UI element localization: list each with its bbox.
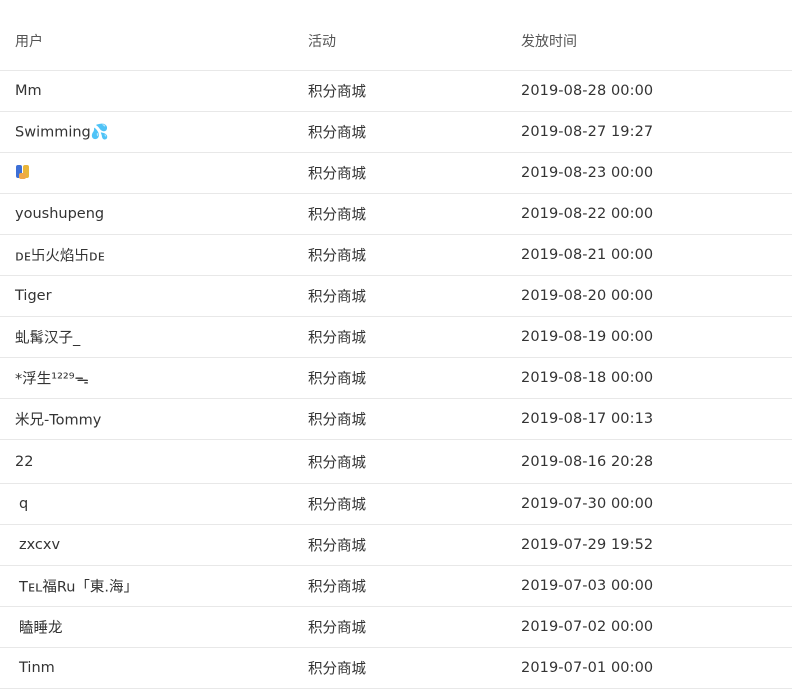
issue-time: 2019-07-02 00:00: [521, 619, 654, 635]
user-name: 瞌睡龙: [19, 620, 63, 637]
activity-name: 积分商城: [308, 661, 366, 678]
issue-time: 2019-08-17 00:13: [521, 411, 654, 427]
table-row: ᴅᴇ卐火焰卐ᴅᴇ 积分商城 2019-08-21 00:00: [0, 235, 792, 276]
activity-name: 积分商城: [308, 166, 366, 183]
activity-name: 积分商城: [308, 125, 366, 142]
activity-name: 积分商城: [308, 497, 366, 514]
user-name: zxcxv: [19, 537, 61, 553]
table-row: youshupeng 积分商城 2019-08-22 00:00: [0, 194, 792, 235]
activity-name: 积分商城: [308, 330, 366, 347]
issue-time: 2019-07-30 00:00: [521, 496, 654, 512]
table-row: 米兄-Tommy 积分商城 2019-08-17 00:13: [0, 399, 792, 440]
table-header: 用户 活动 发放时间: [0, 0, 792, 71]
table-row: *浮生¹²²⁹ᯓ 积分商城 2019-08-18 00:00: [0, 358, 792, 399]
issue-time: 2019-08-28 00:00: [521, 83, 654, 99]
activity-name: 积分商城: [308, 84, 366, 101]
table-row: Tᴇʟ福Ru「東.海」 积分商城 2019-07-03 00:00: [0, 566, 792, 607]
activity-name: 积分商城: [308, 412, 366, 429]
table-row: 虬髯汉子_ 积分商城 2019-08-19 00:00: [0, 317, 792, 358]
user-name: Tiger: [15, 288, 52, 304]
user-name: 米兄-Tommy: [15, 412, 102, 429]
table-row: q 积分商城 2019-07-30 00:00: [0, 484, 792, 525]
header-activity: 活动: [308, 34, 336, 50]
emoji-icon: [16, 165, 29, 179]
table-row: zxcxv 积分商城 2019-07-29 19:52: [0, 525, 792, 566]
user-name: q: [19, 496, 29, 512]
activity-name: 积分商城: [308, 289, 366, 306]
issue-time: 2019-08-20 00:00: [521, 288, 654, 304]
table-row: 22 积分商城 2019-08-16 20:28: [0, 440, 792, 484]
header-user: 用户: [15, 34, 43, 50]
user-name: 虬髯汉子_: [15, 330, 81, 347]
user-name: ᴅᴇ卐火焰卐ᴅᴇ: [15, 248, 105, 265]
activity-name: 积分商城: [308, 248, 366, 265]
table-row: Swimming💦 积分商城 2019-08-27 19:27: [0, 112, 792, 153]
activity-name: 积分商城: [308, 455, 366, 471]
issue-time: 2019-08-16 20:28: [521, 453, 654, 470]
issue-time: 2019-08-19 00:00: [521, 329, 654, 345]
user-name: Swimming💦: [15, 124, 109, 141]
user-name: Mm: [15, 83, 42, 99]
issue-time: 2019-08-27 19:27: [521, 124, 654, 140]
table-row: Tiger 积分商城 2019-08-20 00:00: [0, 276, 792, 317]
table-row: 积分商城 2019-08-23 00:00: [0, 153, 792, 194]
user-name: Tᴇʟ福Ru「東.海」: [19, 579, 139, 596]
issue-time: 2019-07-29 19:52: [521, 537, 654, 553]
user-name: 22: [15, 453, 34, 470]
issue-time: 2019-08-23 00:00: [521, 165, 654, 181]
activity-name: 积分商城: [308, 538, 366, 555]
issue-time: 2019-07-01 00:00: [521, 660, 654, 676]
activity-name: 积分商城: [308, 207, 366, 224]
activity-name: 积分商城: [308, 371, 366, 388]
header-issue-time: 发放时间: [521, 34, 577, 50]
table-row: Tinm 积分商城 2019-07-01 00:00: [0, 648, 792, 689]
activity-name: 积分商城: [308, 579, 366, 596]
user-name: [15, 164, 31, 182]
user-name: *浮生¹²²⁹ᯓ: [15, 371, 89, 388]
rewards-table: 用户 活动 发放时间 Mm 积分商城 2019-08-28 00:00 Swim…: [0, 0, 792, 689]
issue-time: 2019-08-22 00:00: [521, 206, 654, 222]
issue-time: 2019-07-03 00:00: [521, 578, 654, 594]
table-row: 瞌睡龙 积分商城 2019-07-02 00:00: [0, 607, 792, 648]
activity-name: 积分商城: [308, 620, 366, 637]
table-row: Mm 积分商城 2019-08-28 00:00: [0, 71, 792, 112]
user-name: youshupeng: [15, 206, 105, 222]
user-name: Tinm: [19, 660, 55, 676]
issue-time: 2019-08-21 00:00: [521, 247, 654, 263]
issue-time: 2019-08-18 00:00: [521, 370, 654, 386]
